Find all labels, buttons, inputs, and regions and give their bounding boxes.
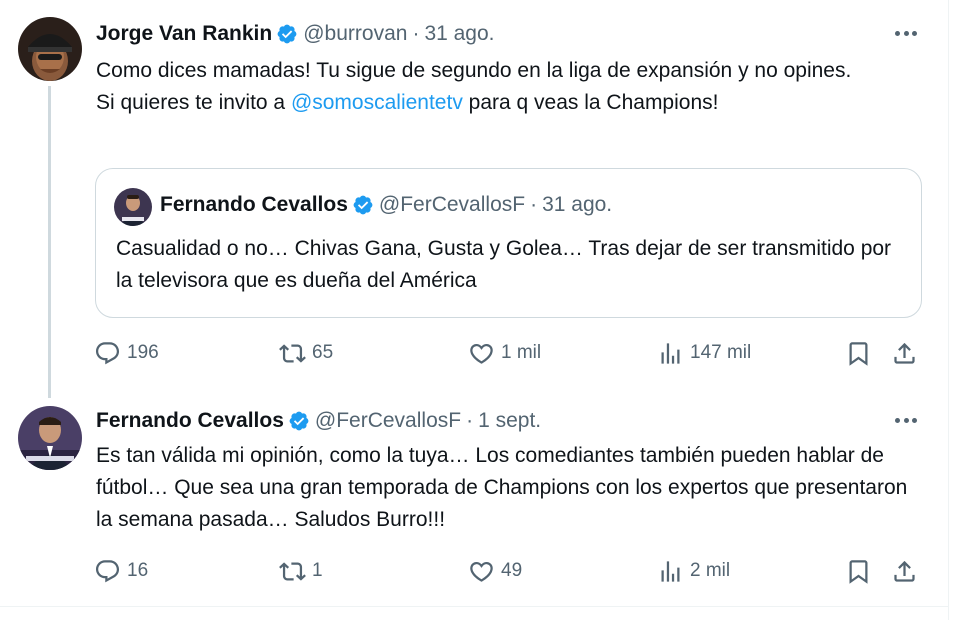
author-handle[interactable]: @burrovan [303,22,407,46]
retweet-button[interactable]: 1 [279,555,323,587]
like-count: 49 [501,560,523,581]
verified-badge-icon[interactable] [276,23,298,45]
mention-link[interactable]: @somoscalientetv [291,91,463,114]
like-button[interactable]: 1 mil [468,337,541,369]
tweet-text: Es tan válida mi opinión, como la tuya… … [96,444,908,531]
share-button[interactable] [891,337,918,369]
bookmark-icon [849,559,868,584]
share-icon [894,342,915,364]
share-icon [894,560,915,582]
views-button[interactable]: 2 mil [657,555,730,587]
tweet-header: Jorge Van Rankin @burrovan · 31 ago. [96,20,495,48]
more-horizontal-icon[interactable] [893,22,919,44]
reply-count: 196 [127,342,159,363]
heart-icon [470,343,493,364]
thread-connector-line [48,86,51,398]
quoted-author-handle[interactable]: @FerCevallosF [379,193,525,217]
tweet-actions: 196 65 1 mil 147 mil [94,337,926,369]
quoted-text: Casualidad o no… Chivas Gana, Gusta y Go… [116,237,892,292]
tweet[interactable]: Jorge Van Rankin @burrovan · 31 ago. Com… [0,0,948,398]
quoted-avatar-photo [114,188,152,226]
timestamp[interactable]: 31 ago. [424,22,494,46]
views-icon [661,560,680,582]
tweet-text: Como dices mamadas! Tu sigue de segundo … [96,55,926,119]
quoted-avatar[interactable] [114,188,152,226]
retweet-count: 65 [312,342,334,363]
bookmark-button[interactable] [845,337,872,369]
like-count: 1 mil [501,342,542,363]
reply-icon [95,341,120,364]
author-handle[interactable]: @FerCevallosF [315,409,461,433]
author-name[interactable]: Fernando Cevallos [96,409,284,433]
retweet-button[interactable]: 65 [279,337,333,369]
tweet[interactable]: Fernando Cevallos @FerCevallosF · 1 sept… [0,395,948,607]
separator-dot: · [412,22,420,45]
reply-count: 16 [127,560,149,581]
heart-icon [470,561,493,582]
quoted-header: Fernando Cevallos @FerCevallosF · 31 ago… [160,193,612,217]
tweet-actions: 16 1 49 2 mil [94,555,926,587]
separator-dot: · [530,193,538,216]
avatar[interactable] [18,17,82,81]
share-button[interactable] [891,555,918,587]
tweet-divider [0,606,948,607]
bookmark-button[interactable] [845,555,872,587]
tweet-text-line: Como dices mamadas! Tu sigue de segundo … [96,59,852,82]
quoted-author-name[interactable]: Fernando Cevallos [160,193,348,217]
views-count: 147 mil [690,342,752,363]
reply-button[interactable]: 16 [94,555,148,587]
tweet-text-segment: Si quieres te invito a [96,91,291,114]
views-icon [661,342,680,364]
bookmark-icon [849,341,868,366]
more-horizontal-icon[interactable] [893,409,919,431]
author-name[interactable]: Jorge Van Rankin [96,22,272,46]
avatar-photo [18,17,82,81]
column-border [948,0,949,620]
quoted-tweet[interactable]: Fernando Cevallos @FerCevallosF · 31 ago… [95,168,922,318]
retweet-count: 1 [312,560,323,581]
reply-icon [95,559,120,582]
tweet-text-segment: para q veas la Champions! [462,91,719,114]
tweet-header: Fernando Cevallos @FerCevallosF · 1 sept… [96,407,541,435]
views-button[interactable]: 147 mil [657,337,751,369]
views-count: 2 mil [690,560,731,581]
verified-badge-icon[interactable] [288,410,310,432]
reply-button[interactable]: 196 [94,337,159,369]
quoted-timestamp[interactable]: 31 ago. [542,193,612,217]
timestamp[interactable]: 1 sept. [478,409,541,433]
like-button[interactable]: 49 [468,555,522,587]
separator-dot: · [466,409,474,432]
avatar[interactable] [18,406,82,470]
avatar-photo [18,406,82,470]
retweet-icon [279,561,306,581]
retweet-icon [279,343,306,363]
verified-badge-icon[interactable] [352,194,374,216]
